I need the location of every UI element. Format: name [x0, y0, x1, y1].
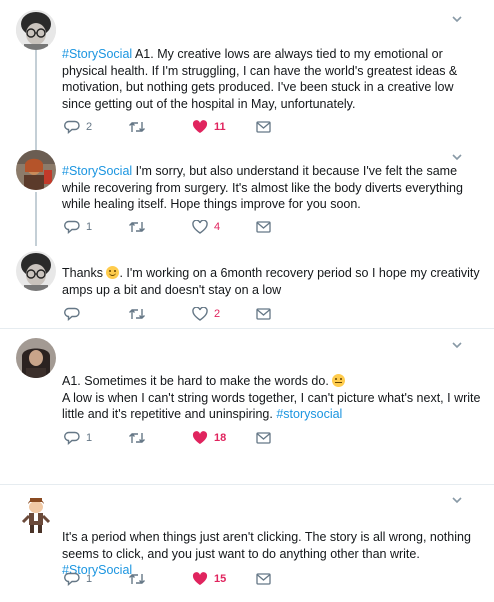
like-count: 2 [214, 308, 221, 320]
heart-icon [192, 120, 208, 133]
tweet-text: A1. Sometimes it be hard to make the wor… [62, 374, 481, 421]
tweet[interactable]: Thanks . I'm working on a 6month recover… [0, 243, 494, 327]
avatar[interactable] [16, 251, 56, 291]
envelope-icon [256, 221, 271, 233]
reply-icon [64, 220, 80, 234]
tweet[interactable]: #StorySocial I'm sorry, but also underst… [0, 148, 494, 243]
reply-icon [64, 120, 80, 134]
dm-button[interactable] [256, 218, 271, 236]
reply-icon [64, 307, 80, 321]
reply-count: 1 [86, 221, 93, 233]
tweet[interactable]: A1. Sometimes it be hard to make the wor… [0, 329, 494, 485]
grinning-emoji [106, 266, 120, 279]
chevron-down-icon[interactable] [450, 493, 464, 507]
avatar[interactable] [16, 338, 56, 378]
tweet-text: #StorySocial A1. My creative lows are al… [62, 47, 458, 111]
chevron-down-icon[interactable] [450, 338, 464, 352]
heart-icon [192, 431, 208, 444]
reply-count: 1 [86, 432, 93, 444]
sweat-smile-emoji [332, 374, 346, 387]
like-button[interactable]: 2 [192, 305, 220, 323]
tweet-actions: 1 15 [62, 570, 322, 588]
heart-icon [192, 572, 208, 585]
hashtag-link[interactable]: #StorySocial [62, 47, 132, 61]
avatar[interactable] [16, 10, 56, 50]
like-button[interactable]: 11 [192, 118, 226, 136]
tweet-text: #StorySocial I'm sorry, but also underst… [62, 164, 463, 211]
tweet-text: Thanks . I'm working on a 6month recover… [62, 266, 480, 297]
like-button[interactable]: 18 [192, 429, 226, 447]
tweet-actions: 2 11 [62, 118, 322, 136]
retweet-icon [129, 222, 145, 232]
reply-button[interactable]: 2 [64, 118, 92, 136]
dm-button[interactable] [256, 570, 271, 588]
retweet-button[interactable] [128, 429, 152, 447]
reply-button[interactable]: 1 [64, 429, 92, 447]
reply-button[interactable]: 1 [64, 218, 92, 236]
tweet[interactable]: #StorySocial A1. My creative lows are al… [0, 0, 494, 148]
retweet-icon [129, 122, 145, 132]
dm-button[interactable] [256, 118, 271, 136]
like-button[interactable]: 15 [192, 570, 226, 588]
like-count: 11 [214, 121, 226, 133]
envelope-icon [256, 121, 271, 133]
retweet-button[interactable] [128, 218, 152, 236]
retweet-icon [129, 574, 145, 584]
hashtag-link[interactable]: #storysocial [276, 407, 342, 421]
retweet-button[interactable] [128, 570, 152, 588]
dm-button[interactable] [256, 429, 271, 447]
tweet-actions: 2 [62, 305, 322, 323]
reply-count: 1 [86, 573, 93, 585]
tweet-actions: 1 18 [62, 429, 322, 447]
envelope-icon [256, 432, 271, 444]
chevron-down-icon[interactable] [450, 150, 464, 164]
retweet-icon [129, 433, 145, 443]
heart-icon [192, 307, 208, 321]
reply-button[interactable] [64, 305, 86, 323]
envelope-icon [256, 308, 271, 320]
avatar[interactable] [16, 150, 56, 190]
dm-button[interactable] [256, 305, 271, 323]
envelope-icon [256, 573, 271, 585]
tweet[interactable]: It's a period when things just aren't cl… [0, 485, 494, 602]
hashtag-link[interactable]: #StorySocial [62, 164, 132, 178]
retweet-icon [129, 309, 145, 319]
retweet-button[interactable] [128, 305, 152, 323]
like-count: 15 [214, 573, 227, 585]
like-button[interactable]: 4 [192, 218, 220, 236]
reply-button[interactable]: 1 [64, 570, 92, 588]
avatar[interactable] [16, 494, 56, 534]
reply-icon [64, 572, 80, 586]
heart-icon [192, 220, 208, 234]
chevron-down-icon[interactable] [450, 12, 464, 26]
reply-count: 2 [86, 121, 93, 133]
like-count: 18 [214, 432, 227, 444]
tweet-actions: 1 4 [62, 218, 322, 236]
reply-icon [64, 431, 80, 445]
retweet-button[interactable] [128, 118, 152, 136]
like-count: 4 [214, 221, 221, 233]
